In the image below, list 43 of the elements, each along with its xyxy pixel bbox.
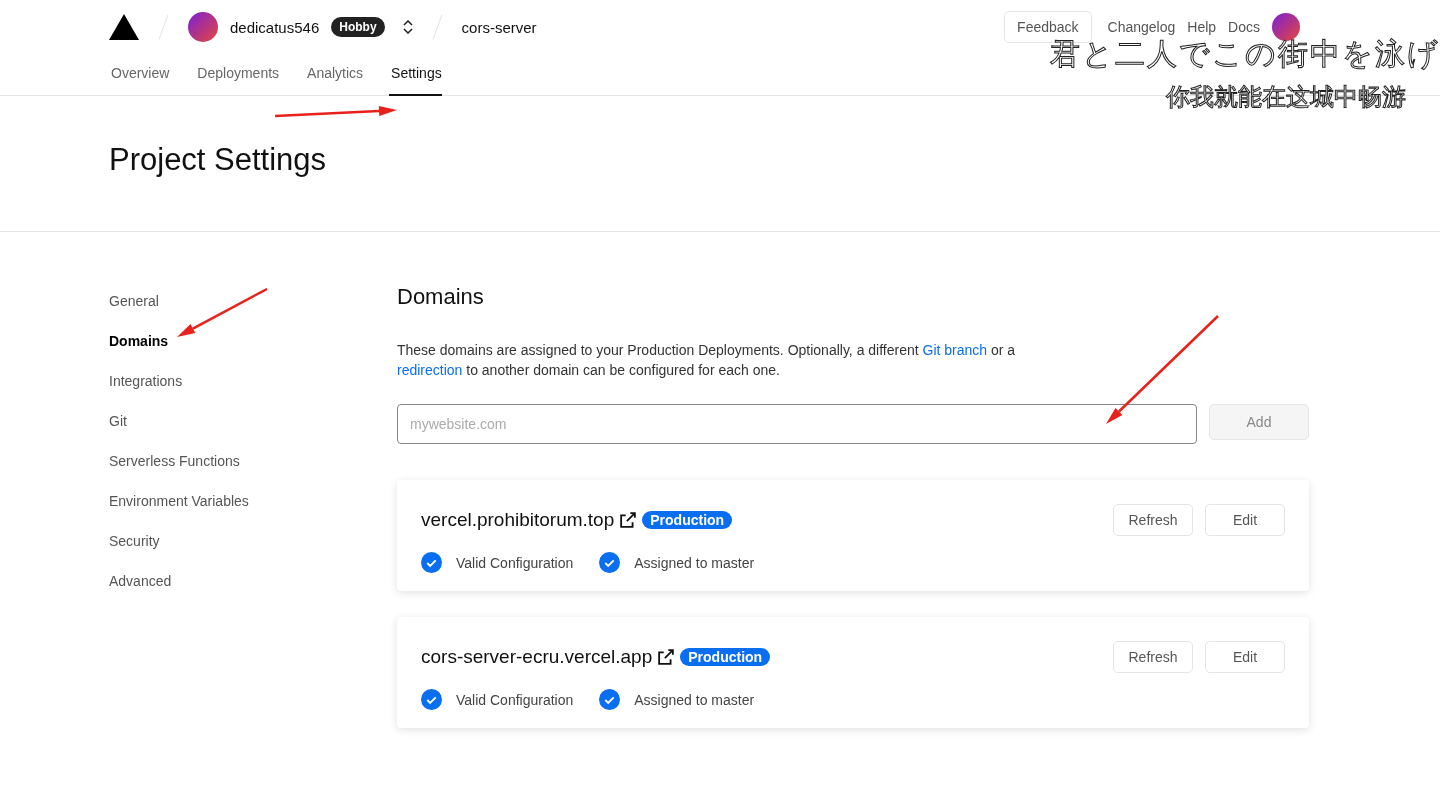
nav-tab[interactable]: Overview [109,54,182,96]
status-text: Assigned to master [634,554,755,571]
description-text: These domains are assigned to your Production Deployments. Optionally, a different Git branch or a redirection to another domain can be configured for each one. [397,341,1017,380]
nav-tab[interactable]: Settings [389,54,442,96]
user-avatar[interactable] [1272,13,1300,41]
production-badge: Production [642,511,733,529]
project-name[interactable]: cors-server [461,18,537,36]
sidebar-item[interactable]: Integrations [109,372,397,390]
sidebar-item[interactable]: Serverless Functions [109,452,397,470]
nav-tab[interactable]: Deployments [195,54,292,96]
nav-link[interactable]: Help [1187,19,1217,35]
sidebar-item[interactable]: Advanced [109,572,397,590]
status-text: Assigned to master [634,691,755,708]
external-link-icon [658,649,675,665]
domain-link[interactable]: vercel.prohibitorum.top [421,509,615,531]
sidebar-item[interactable]: Domains [109,332,397,350]
inline-link[interactable]: redirection [397,362,463,378]
chevron-updown-icon[interactable] [402,20,413,34]
card-button[interactable]: Edit [1205,504,1285,536]
external-link-icon [620,512,637,528]
subtitle-text: 你我就能在这城中畅游 [1166,82,1406,113]
section-title: Domains [397,284,485,310]
status-text: Valid Configuration [456,554,574,571]
domain-input-field[interactable]: mywebsite.com [397,404,1197,444]
production-badge: Production [680,648,771,666]
card-button[interactable]: Edit [1205,641,1285,673]
plan-badge: Hobby [331,17,385,37]
page-title: Project Settings [109,141,327,178]
sidebar-item[interactable]: Git [109,412,397,430]
triangle-logo[interactable] [109,14,139,40]
avatar [188,12,218,42]
sidebar-item[interactable]: Environment Variables [109,492,397,510]
domain-link[interactable]: cors-server-ecru.vercel.app [421,646,653,668]
nav-tab[interactable]: Analytics [305,54,376,96]
card-button[interactable]: Refresh [1113,641,1193,673]
inline-link[interactable]: Git branch [922,342,988,358]
team-name[interactable]: dedicatus546 [230,18,320,36]
card-button[interactable]: Refresh [1113,504,1193,536]
sidebar-item[interactable]: Security [109,532,397,550]
status-text: Valid Configuration [456,691,574,708]
sidebar-item[interactable]: General [109,292,397,310]
nav-link[interactable]: Changelog [1107,19,1176,35]
nav-link[interactable]: Docs [1228,19,1260,35]
